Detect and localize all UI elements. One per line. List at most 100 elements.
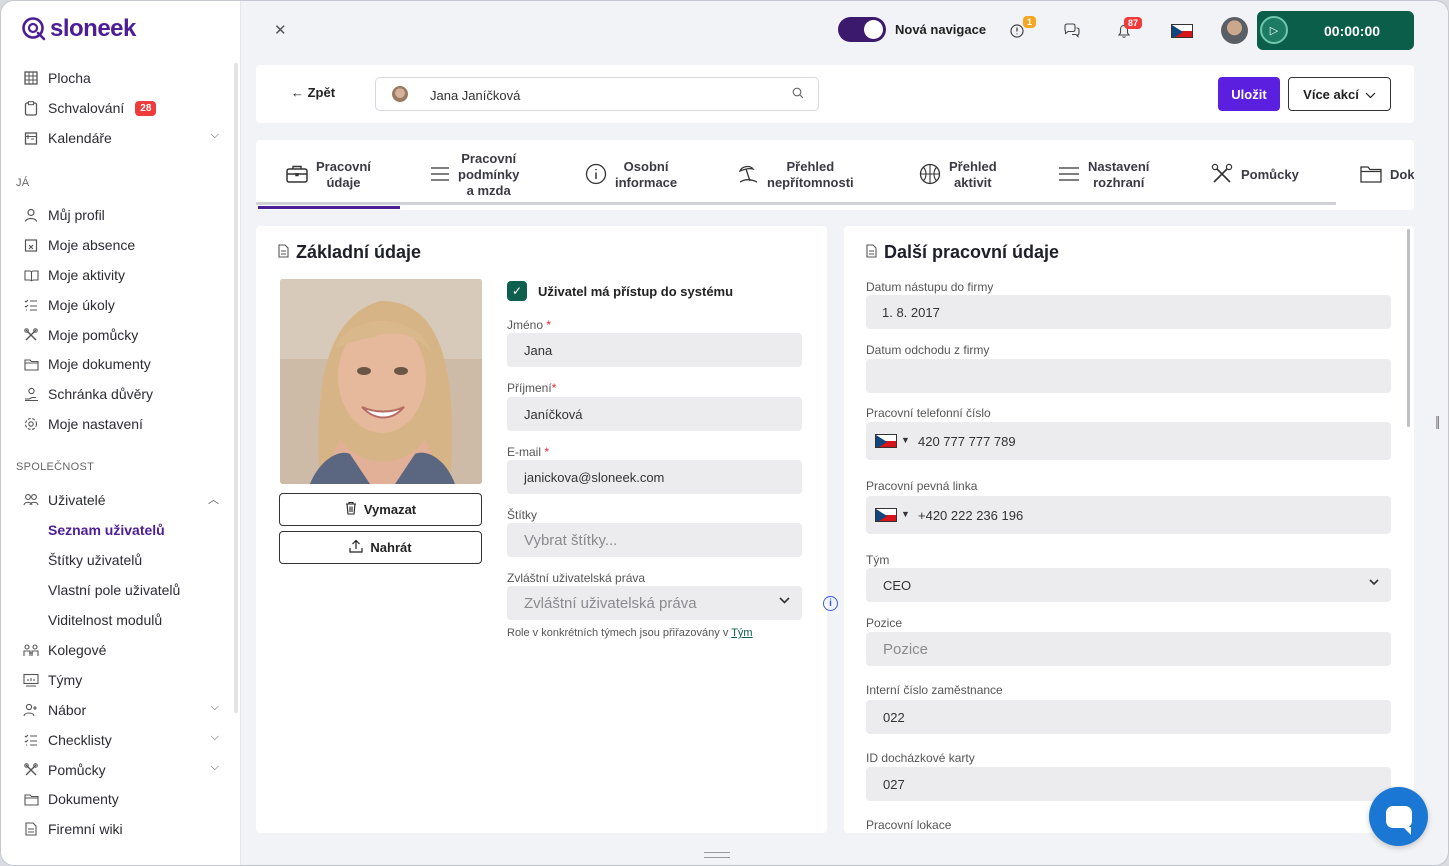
first-name-field[interactable]: Jana bbox=[507, 333, 802, 367]
user-search-input[interactable]: Jana Janíčková bbox=[375, 77, 819, 111]
search-icon[interactable] bbox=[792, 87, 804, 102]
sidebar-item-uzivatele[interactable]: Uživatelé ︿ bbox=[23, 487, 219, 513]
play-icon[interactable]: ▷ bbox=[1260, 16, 1288, 44]
label-text: Jméno bbox=[507, 318, 544, 332]
logo-icon bbox=[22, 17, 46, 41]
user-icon bbox=[23, 207, 39, 223]
sidebar-item-label: Uživatelé bbox=[48, 492, 106, 508]
end-date-label: Datum odchodu z firmy bbox=[866, 343, 990, 357]
info-icon bbox=[585, 163, 607, 187]
sidebar-item-moje-absence[interactable]: Moje absence bbox=[23, 232, 219, 258]
internal-number-field[interactable]: 022 bbox=[866, 700, 1391, 734]
attendance-card-field[interactable]: 027 bbox=[866, 767, 1391, 801]
position-field[interactable]: Pozice bbox=[866, 632, 1391, 666]
chevron-down-icon[interactable]: ⌵ bbox=[211, 761, 219, 774]
sidebar-scrollbar[interactable] bbox=[234, 63, 238, 713]
more-actions-button[interactable]: Více akcí bbox=[1288, 77, 1391, 111]
bottom-resize-handle[interactable] bbox=[704, 852, 730, 858]
last-name-label: Příjmení* bbox=[507, 381, 556, 395]
tab-nastaveni-rozhrani[interactable]: Nastavení rozhraní bbox=[1058, 152, 1149, 198]
tab-pracovni-podminky[interactable]: Pracovní podmínky a mzda bbox=[430, 151, 520, 198]
sidebar-item-pomucky[interactable]: Pomůcky ⌵ bbox=[23, 757, 219, 783]
user-avatar[interactable] bbox=[1221, 17, 1248, 44]
work-location-label: Pracovní lokace bbox=[866, 818, 952, 832]
tab-osobni-informace[interactable]: Osobní informace bbox=[585, 152, 677, 198]
landline-field[interactable]: ▼ +420 222 236 196 bbox=[866, 496, 1391, 534]
caret-down-icon[interactable]: ▼ bbox=[901, 509, 910, 519]
tab-label: Pracovní podmínky a mzda bbox=[458, 151, 520, 198]
sidebar-item-checklisty[interactable]: Checklisty ⌵ bbox=[23, 727, 219, 753]
logo[interactable]: sloneek bbox=[21, 15, 136, 43]
briefcase-icon bbox=[286, 164, 308, 186]
close-icon[interactable]: ✕ bbox=[274, 21, 287, 39]
tab-pracovni-udaje[interactable]: Pracovní údaje bbox=[286, 152, 371, 198]
user-plus-icon bbox=[23, 702, 39, 718]
sidebar-item-schranka-duvery[interactable]: Schránka důvěry bbox=[23, 381, 219, 407]
sidebar: sloneek Plocha Schvalování 28 Kalendáře … bbox=[1, 1, 241, 865]
tabs-scrollbar-track[interactable] bbox=[256, 202, 1336, 205]
czech-flag-icon[interactable] bbox=[875, 508, 897, 522]
last-name-field[interactable]: Janíčková bbox=[507, 397, 802, 431]
sidebar-item-nabor[interactable]: Nábor ⌵ bbox=[23, 697, 219, 723]
special-rights-select[interactable]: Zvláštní uživatelská práva bbox=[507, 586, 802, 620]
czech-flag-icon[interactable] bbox=[1171, 24, 1193, 38]
content-scrollbar[interactable] bbox=[1407, 229, 1410, 427]
sidebar-item-moje-aktivity[interactable]: Moje aktivity bbox=[23, 262, 219, 288]
work-phone-field[interactable]: ▼ 420 777 777 789 bbox=[866, 422, 1391, 460]
new-navigation-toggle[interactable] bbox=[838, 17, 886, 42]
sidebar-subitem-seznam-uzivatelu[interactable]: Seznam uživatelů bbox=[48, 518, 165, 542]
caret-down-icon[interactable]: ▼ bbox=[901, 435, 910, 445]
sidebar-item-dokumenty[interactable]: Dokumenty bbox=[23, 786, 219, 812]
system-access-checkbox[interactable]: ✓ bbox=[507, 281, 527, 301]
sidebar-item-moje-pomucky[interactable]: Moje pomůcky bbox=[23, 322, 219, 348]
special-rights-value: Zvláštní uživatelská práva bbox=[524, 594, 697, 612]
sidebar-item-tymy[interactable]: Týmy bbox=[23, 667, 219, 693]
team-link[interactable]: Tým bbox=[731, 627, 752, 639]
save-button[interactable]: Uložit bbox=[1218, 77, 1280, 111]
time-tracker[interactable]: ▷ 00:00:00 bbox=[1257, 11, 1414, 50]
chevron-up-icon[interactable]: ︿ bbox=[208, 491, 219, 507]
chevron-down-icon[interactable]: ⌵ bbox=[211, 731, 219, 744]
tab-pomucky[interactable]: Pomůcky bbox=[1211, 152, 1299, 198]
email-field[interactable]: janickova@sloneek.com bbox=[507, 460, 802, 494]
tab-label: Osobní informace bbox=[615, 159, 678, 190]
sidebar-item-plocha[interactable]: Plocha bbox=[23, 65, 219, 91]
new-navigation-label: Nová navigace bbox=[895, 22, 987, 37]
resize-handle-icon[interactable]: || bbox=[1435, 413, 1440, 429]
tools-icon bbox=[1211, 163, 1233, 187]
basic-info-panel: Základní údaje Vymazat Nahrát ✓ Uživatel… bbox=[256, 226, 838, 833]
team-select[interactable]: CEO bbox=[866, 568, 1391, 602]
back-button[interactable]: ← Zpět bbox=[291, 85, 335, 100]
sidebar-item-moje-dokumenty[interactable]: Moje dokumenty bbox=[23, 351, 219, 377]
sidebar-item-kalendare[interactable]: Kalendáře ⌵ bbox=[23, 125, 219, 151]
sidebar-item-moje-nastaveni[interactable]: Moje nastavení bbox=[23, 411, 219, 437]
tab-prehled-aktivit[interactable]: Přehled aktivit bbox=[919, 152, 997, 198]
sidebar-subitem-vlastni-pole[interactable]: Vlastní pole uživatelů bbox=[48, 578, 180, 602]
tab-label: Pomůcky bbox=[1241, 167, 1299, 182]
sidebar-item-moje-ukoly[interactable]: Moje úkoly bbox=[23, 292, 219, 318]
info-icon[interactable]: i bbox=[823, 596, 838, 611]
sidebar-subitem-viditelnost-modulu[interactable]: Viditelnost modulů bbox=[48, 608, 162, 632]
folder-icon bbox=[1360, 165, 1382, 185]
upload-photo-button[interactable]: Nahrát bbox=[279, 531, 482, 564]
sidebar-item-label: Moje nastavení bbox=[48, 416, 143, 432]
end-date-field[interactable] bbox=[866, 359, 1391, 393]
chat-icon[interactable] bbox=[1062, 21, 1082, 41]
tags-select[interactable]: Vybrat štítky... bbox=[507, 523, 802, 557]
chevron-down-icon[interactable]: ⌵ bbox=[211, 129, 219, 142]
sidebar-item-muj-profil[interactable]: Můj profil bbox=[23, 202, 219, 228]
sidebar-item-firemni-wiki[interactable]: Firemní wiki bbox=[23, 816, 219, 842]
sidebar-item-schvalovani[interactable]: Schvalování 28 bbox=[23, 95, 219, 121]
label-text: E-mail bbox=[507, 445, 542, 459]
tab-prehled-nepritomnosti[interactable]: Přehled nepřítomnosti bbox=[737, 152, 854, 198]
start-date-field[interactable]: 1. 8. 2017 bbox=[866, 295, 1391, 329]
sidebar-item-kolegove[interactable]: Kolegové bbox=[23, 637, 219, 663]
chevron-down-icon[interactable]: ⌵ bbox=[211, 701, 219, 714]
delete-photo-label: Vymazat bbox=[363, 502, 417, 517]
czech-flag-icon[interactable] bbox=[875, 434, 897, 448]
sidebar-item-label: Kolegové bbox=[48, 642, 107, 658]
delete-photo-button[interactable]: Vymazat bbox=[279, 493, 482, 526]
sidebar-subitem-stitky-uzivatelu[interactable]: Štítky uživatelů bbox=[48, 548, 142, 572]
tab-dokumenty[interactable]: Dok bbox=[1360, 152, 1414, 198]
chat-support-button[interactable] bbox=[1369, 787, 1428, 846]
